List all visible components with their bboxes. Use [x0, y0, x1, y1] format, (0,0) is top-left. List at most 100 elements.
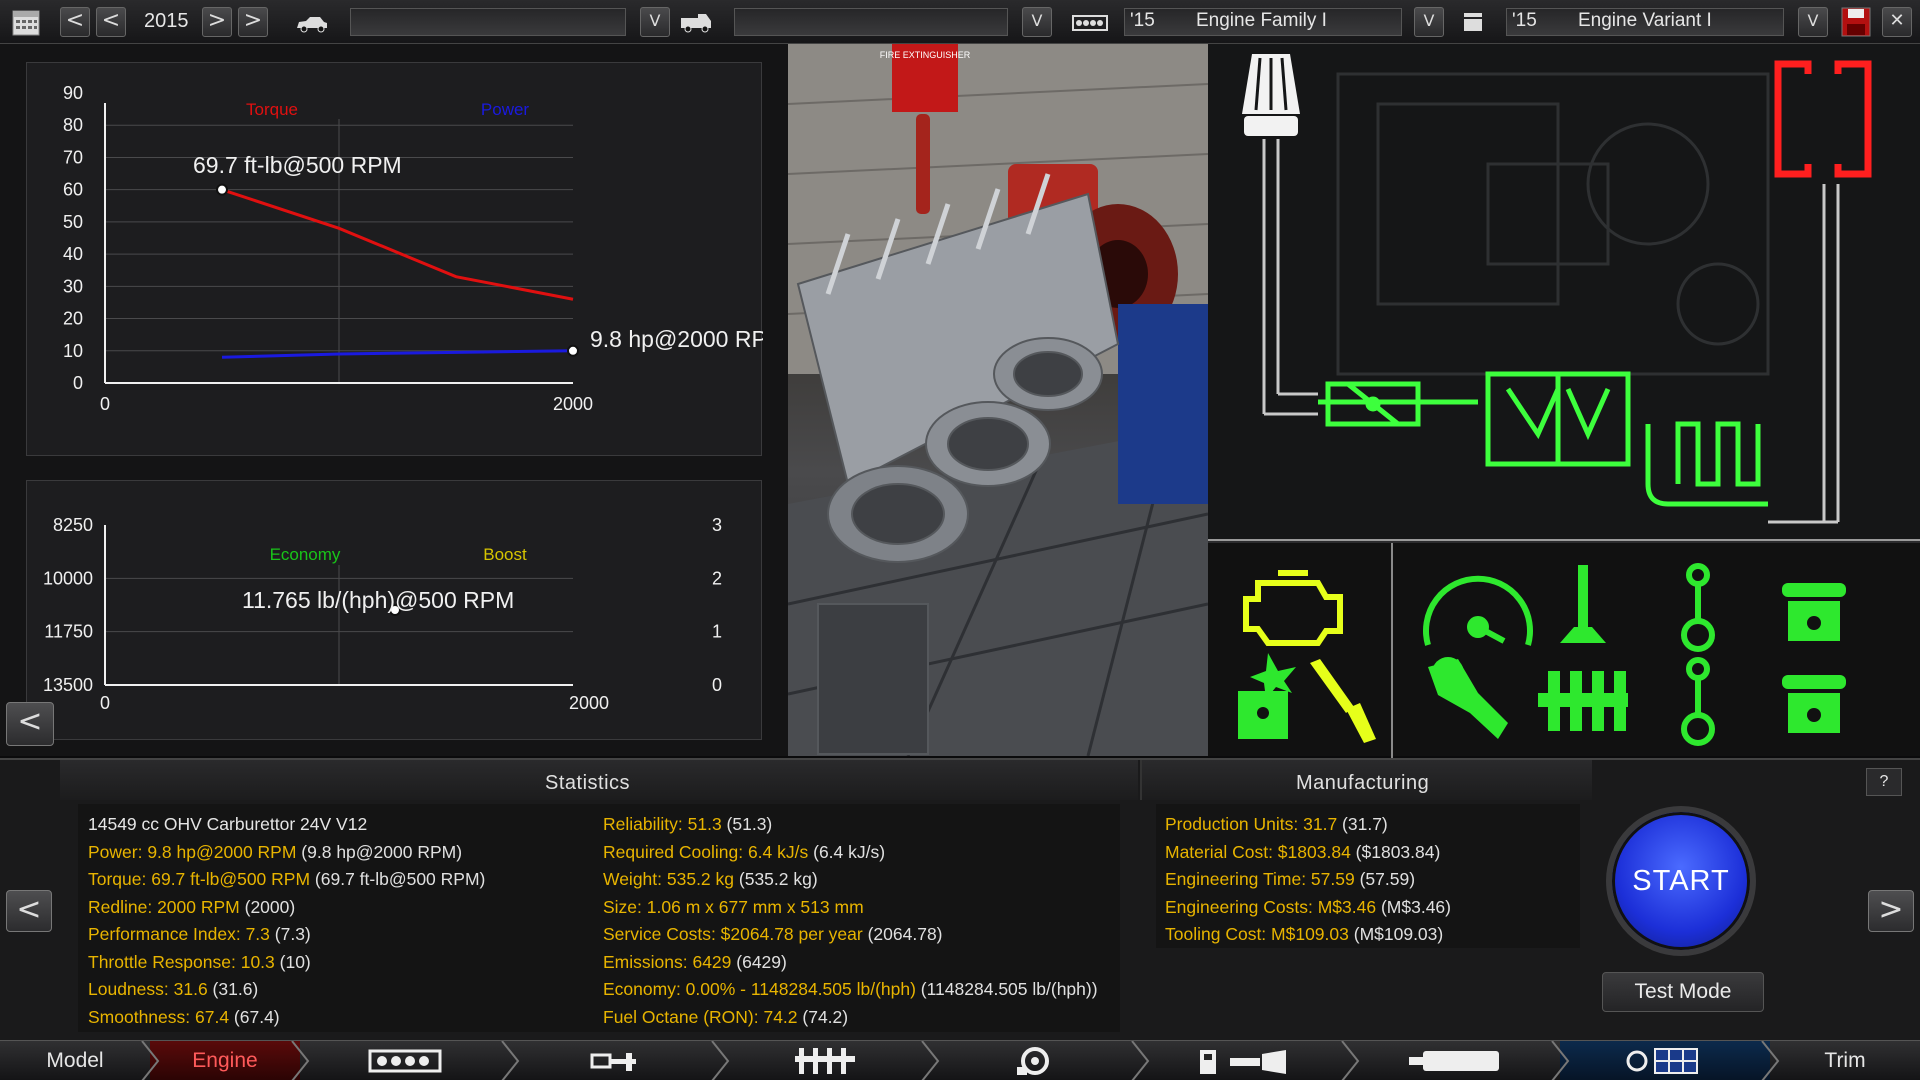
economy-boost-chart-svg: 8250 3 10000 2 11750 1 13500 0 0 2000 Economy Bo…: [43, 515, 722, 713]
test-mode-button[interactable]: Test Mode: [1602, 972, 1764, 1012]
exhaust-header-icon[interactable]: [1645, 421, 1768, 507]
nav-fuel[interactable]: [1140, 1041, 1350, 1080]
stat-value: (9.8 hp@2000 RPM): [296, 841, 463, 862]
nav-turbo[interactable]: [930, 1041, 1140, 1080]
nav-trim[interactable]: Trim: [1770, 1041, 1920, 1080]
model-dropdown-button[interactable]: V: [640, 7, 670, 37]
economy-boost-chart: 8250 3 10000 2 11750 1 13500 0 0 2000 Economy Bo…: [26, 480, 762, 740]
exhaust-red-icon[interactable]: [1774, 60, 1872, 178]
stat-row: Required Cooling: 6.4 kJ/s (6.4 kJ/s): [603, 842, 885, 863]
legend-torque: Torque: [246, 100, 298, 119]
nav-test[interactable]: [1560, 1041, 1770, 1080]
help-button[interactable]: ?: [1866, 768, 1902, 796]
stat-value: (6.4 kJ/s): [808, 841, 886, 862]
nav-engine[interactable]: Engine: [150, 1041, 300, 1080]
stat-key: Smoothness: 67.4: [88, 1006, 230, 1027]
engine-icon[interactable]: [1243, 570, 1343, 646]
y-tick-label: 20: [63, 309, 83, 329]
engine-variant-name: Engine Variant I: [1578, 10, 1712, 31]
engine-render: FIRE EXTINGUISHER: [788, 44, 1208, 756]
model-select-field[interactable]: [350, 8, 626, 36]
stat-row: Performance Index: 7.3 (7.3): [88, 924, 311, 945]
y-tick-label: 50: [63, 212, 83, 232]
trim-dropdown-button[interactable]: V: [1022, 7, 1052, 37]
statistics-title: Statistics: [545, 772, 631, 794]
camshaft-icon[interactable]: [1538, 671, 1628, 731]
y-tick-label: 0: [73, 373, 83, 393]
stat-value: (69.7 ft-lb@500 RPM): [310, 869, 486, 889]
stat-value: (7.3): [269, 924, 311, 944]
stat-key: Fuel Octane (RON): 74.2: [603, 1006, 798, 1027]
nav-exhaust[interactable]: [1350, 1041, 1560, 1080]
air-filter-icon[interactable]: [1242, 54, 1300, 136]
stat-key: Loudness: 31.6: [88, 979, 208, 999]
engine-3d-viewport[interactable]: FIRE EXTINGUISHER: [788, 44, 1208, 756]
exhaust-nav-icon: [1409, 1051, 1499, 1071]
nav-heads[interactable]: [720, 1041, 930, 1080]
chart-collapse-button[interactable]: <: [6, 702, 54, 746]
stat-row: Redline: 2000 RPM (2000): [88, 897, 295, 918]
parts-panel: [1208, 541, 1920, 758]
mfg-key: Production Units: 31.7: [1165, 814, 1338, 834]
intake-manifold-icon[interactable]: [1485, 371, 1631, 467]
mfg-row: Tooling Cost: M$109.03 (M$109.03): [1165, 924, 1443, 945]
stat-row: Smoothness: 67.4 (67.4): [88, 1007, 280, 1028]
wrench-icon[interactable]: [1428, 657, 1508, 739]
spark-piston-icon[interactable]: [1238, 653, 1296, 739]
power-peak-marker: [567, 344, 579, 357]
stat-key: Power: 9.8 hp@2000 RPM: [88, 841, 297, 862]
nav-separator-icon: [141, 1041, 160, 1080]
torque-curve: [221, 188, 574, 301]
year-value: 2015: [144, 10, 189, 32]
engine-family-year: '15: [1130, 10, 1155, 31]
stat-row: Loudness: 31.6 (31.6): [88, 979, 258, 1000]
engine-variant-dropdown-button[interactable]: V: [1798, 7, 1828, 37]
year-forward-far-button[interactable]: >: [238, 7, 268, 37]
close-button[interactable]: ✕: [1882, 7, 1912, 37]
mfg-value: (M$109.03): [1348, 924, 1444, 944]
y-tick-label-right: 3: [712, 515, 722, 535]
stat-value: (2000): [239, 896, 296, 917]
nav-crankshaft[interactable]: [510, 1041, 720, 1080]
nav-model[interactable]: Model: [0, 1041, 150, 1080]
y-tick-label-right: 0: [712, 675, 722, 695]
stat-row: Throttle Response: 10.3 (10): [88, 952, 311, 973]
valve-icon[interactable]: [1560, 565, 1606, 643]
legend-power: Power: [481, 100, 530, 119]
stats-next-button[interactable]: >: [1868, 890, 1914, 932]
conrod-icon[interactable]: [1681, 563, 1715, 746]
y-tick-label-right: 2: [712, 568, 722, 588]
nav-separator-icon: [1341, 1041, 1360, 1080]
nav-separator-icon: [921, 1041, 940, 1080]
trim-select-field[interactable]: [734, 8, 1008, 36]
stat-key: Emissions: 6429: [603, 951, 732, 972]
y-tick-label: 60: [63, 180, 83, 200]
gauge-icon[interactable]: [1423, 575, 1533, 646]
stat-key: Performance Index: 7.3: [88, 924, 270, 944]
piston-icon[interactable]: [1782, 583, 1846, 733]
calendar-icon[interactable]: [10, 6, 42, 38]
torque-power-chart: 90 80 70 60 50 40 30 20 10 0 0 2000 Torque Power 6…: [26, 62, 763, 456]
y-tick-label-left: 13500: [43, 675, 93, 695]
start-button[interactable]: START: [1606, 806, 1756, 956]
stat-key: Service Costs: $2064.78 per year: [603, 924, 863, 944]
nav-separator-icon: [501, 1041, 520, 1080]
heads-nav-icon: [795, 1048, 855, 1074]
mfg-value: (57.59): [1354, 869, 1416, 889]
engine-family-dropdown-button[interactable]: V: [1414, 7, 1444, 37]
year-forward-button[interactable]: >: [202, 7, 232, 37]
stat-value: (74.2): [797, 1006, 849, 1027]
nav-engine-block[interactable]: [300, 1041, 510, 1080]
stat-row: Size: 1.06 m x 677 mm x 513 mm: [603, 897, 864, 918]
stat-value: (2064.78): [862, 924, 943, 944]
stats-prev-button[interactable]: <: [6, 890, 52, 932]
year-back-far-button[interactable]: <: [60, 7, 90, 37]
app-root: < < 2015 > > V V '15 Engine Family I V '…: [0, 0, 1920, 1080]
mfg-row: Engineering Time: 57.59 (57.59): [1165, 869, 1415, 890]
save-icon[interactable]: [1840, 6, 1872, 38]
spark-plug-icon[interactable]: [1310, 659, 1376, 743]
stat-row: Emissions: 6429 (6429): [603, 952, 787, 973]
engine-family-name: Engine Family I: [1196, 10, 1327, 31]
year-back-button[interactable]: <: [96, 7, 126, 37]
throttle-valve-icon[interactable]: [1318, 381, 1478, 427]
